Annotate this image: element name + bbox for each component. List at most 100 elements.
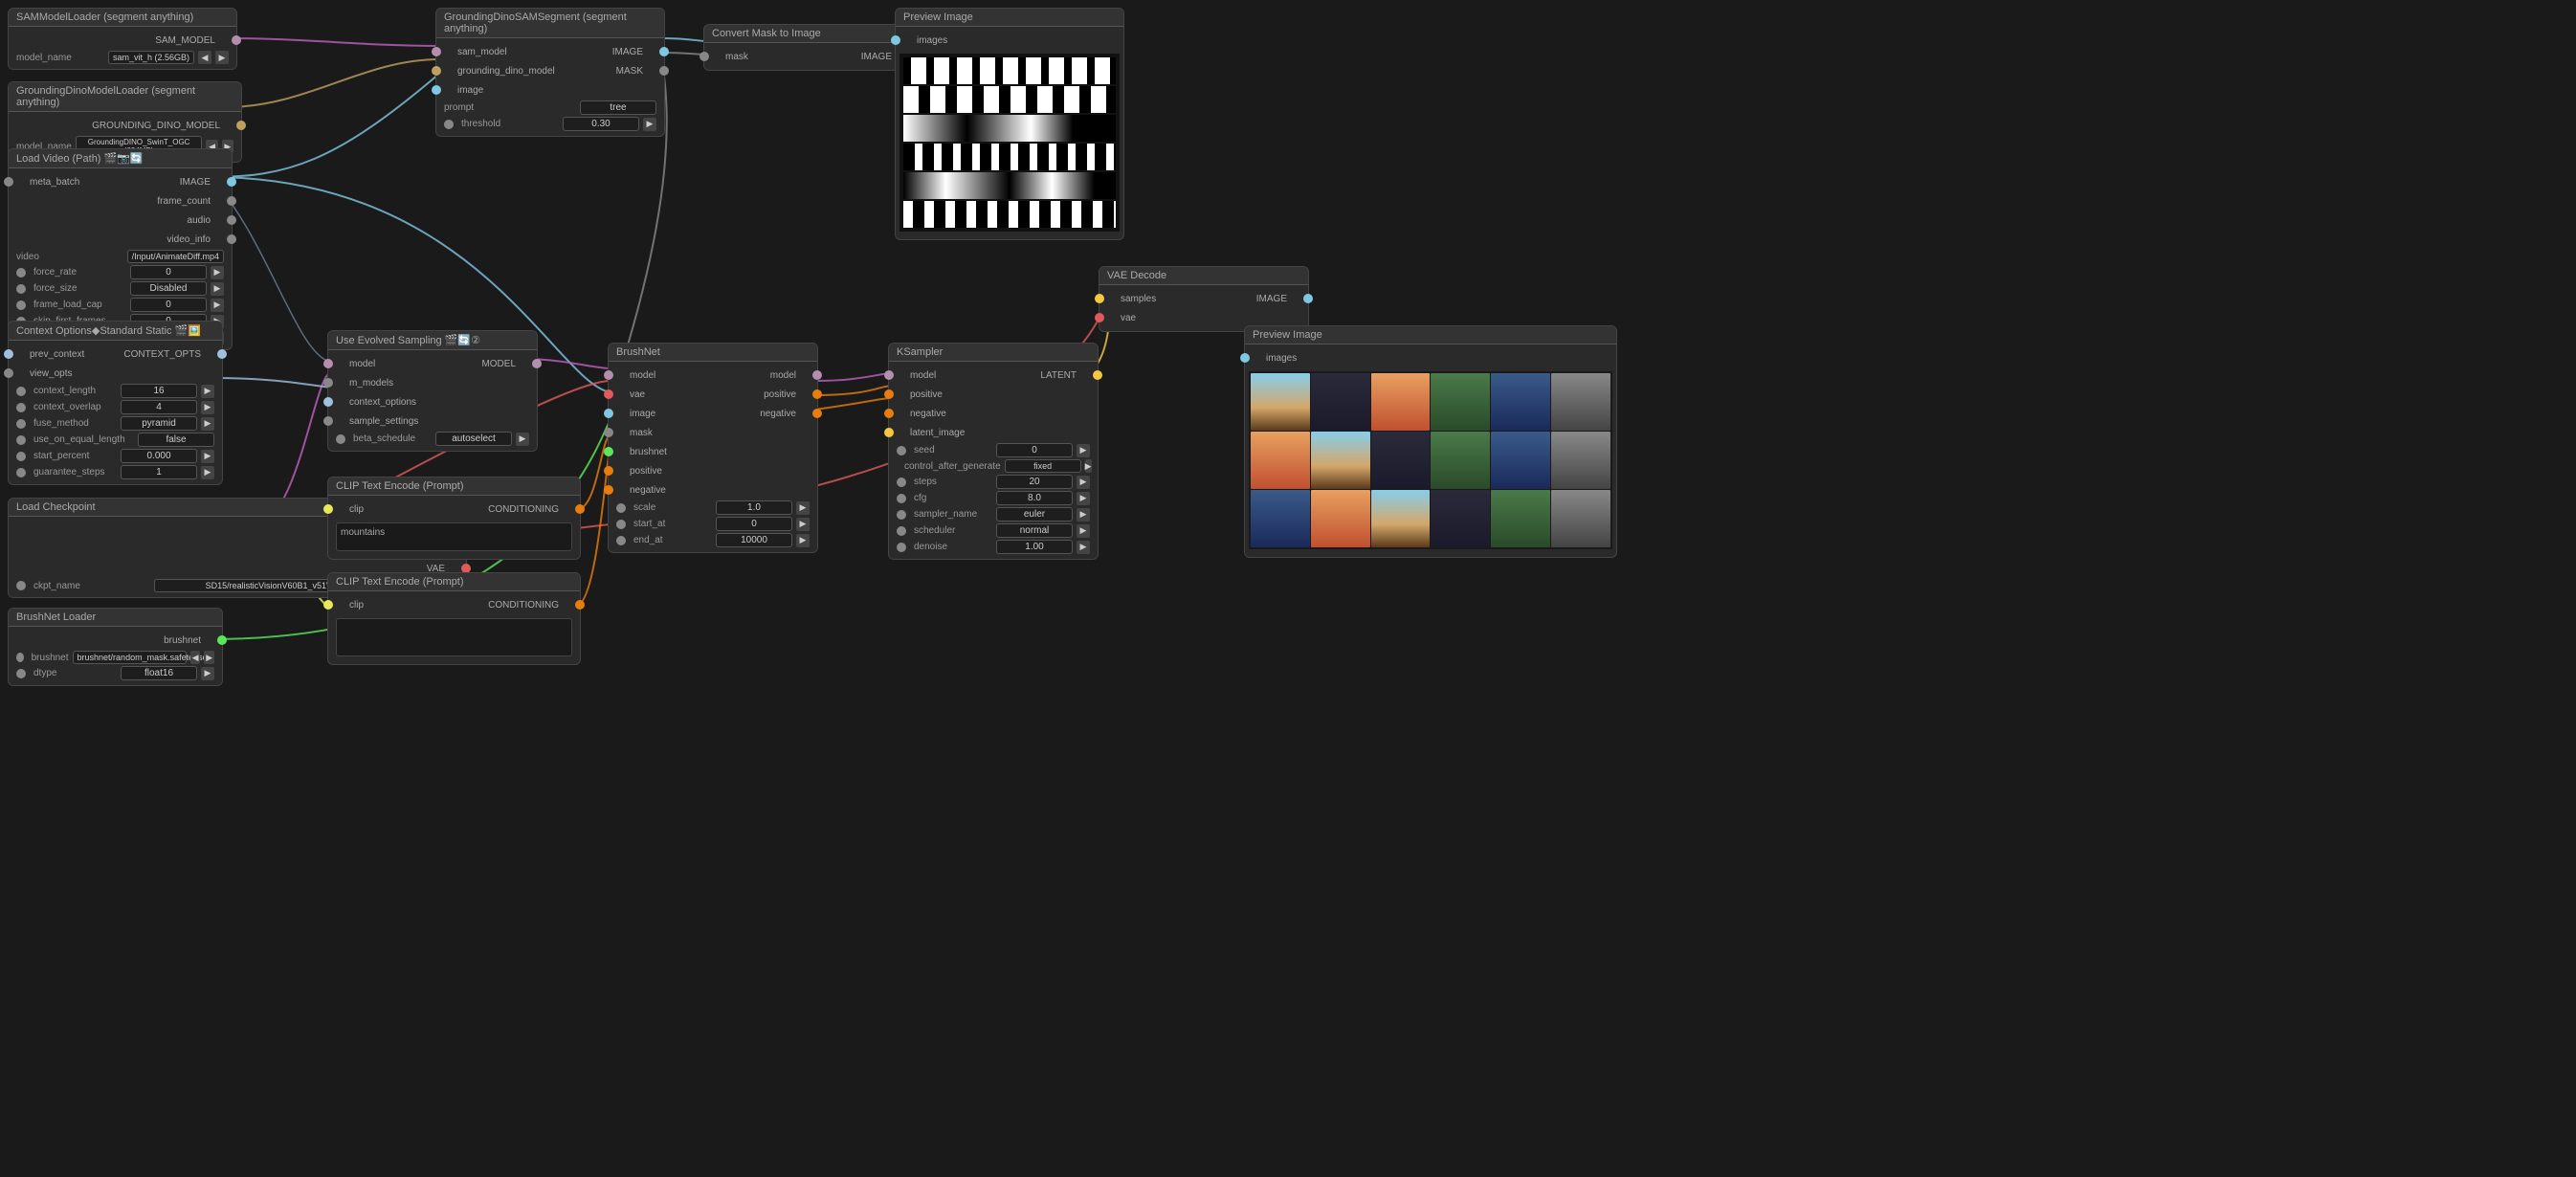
ksampler-scheduler-row: scheduler normal ▶: [889, 522, 1098, 539]
convert-mask-title: Convert Mask to Image: [712, 28, 821, 39]
brushnet-name-value[interactable]: brushnet/random_mask.safetensors: [73, 651, 187, 664]
gss-mask-output-port: [659, 66, 669, 76]
gss-prompt-row: prompt tree: [436, 100, 664, 116]
frame-load-cap-value[interactable]: 0: [130, 298, 207, 312]
grounding-sam-segment-node: GroundingDinoSAMSegment (segment anythin…: [435, 8, 665, 137]
guarantee-steps-port: [16, 468, 26, 477]
ksampler-latent-row: latent_image: [889, 423, 1098, 442]
brushnet-vae-input-port: [604, 389, 613, 399]
ksampler-sampler-name-value[interactable]: euler: [996, 507, 1073, 522]
context-length-arrow-right[interactable]: ▶: [201, 385, 214, 398]
evolved-m-models-row: m_models: [328, 373, 537, 392]
context-options-title: Context Options◆Standard Static 🎬🖼️: [16, 325, 201, 337]
evolved-beta-schedule-port: [336, 434, 345, 444]
brushnet-start-at-arrow-right[interactable]: ▶: [796, 518, 810, 531]
ksampler-denoise-value[interactable]: 1.00: [996, 540, 1073, 554]
ksampler-steps-value[interactable]: 20: [996, 475, 1073, 489]
node-canvas: SAMModelLoader (segment anything) SAM_MO…: [0, 0, 2576, 1177]
convert-mask-input-port: [700, 52, 709, 61]
brushnet-model-row: model model: [609, 366, 817, 385]
vae-decode-samples-port: [1095, 294, 1104, 303]
start-percent-value[interactable]: 0.000: [121, 449, 197, 463]
gss-threshold-arrow-right[interactable]: ▶: [643, 118, 656, 131]
video-path-value[interactable]: /Input/AnimateDiff.mp4: [127, 250, 224, 263]
preview-final-images-row: images: [1245, 348, 1616, 367]
context-overlap-value[interactable]: 4: [121, 400, 197, 414]
grounding-output-row: GROUNDING_DINO_MODEL: [9, 116, 241, 135]
ksampler-cfg-value[interactable]: 8.0: [996, 491, 1073, 505]
use-on-equal-length-value[interactable]: false: [138, 433, 214, 447]
ksampler-steps-arrow-right[interactable]: ▶: [1077, 476, 1090, 489]
convert-mask-header: Convert Mask to Image: [704, 25, 913, 43]
clip-positive-prompt[interactable]: mountains: [336, 522, 572, 551]
context-opts-output-port: [217, 349, 227, 359]
brushnet-scale-port: [616, 503, 626, 513]
vae-decode-vae-port: [1095, 313, 1104, 322]
sam-model-arrow-right[interactable]: ▶: [215, 51, 229, 64]
brushnet-name-arrow-right[interactable]: ▶: [204, 651, 214, 664]
context-overlap-arrow-right[interactable]: ▶: [201, 401, 214, 414]
ksampler-scheduler-value[interactable]: normal: [996, 523, 1073, 538]
ksampler-control-after-value[interactable]: fixed: [1005, 459, 1081, 473]
fuse-method-value[interactable]: pyramid: [121, 416, 197, 431]
preview-final-header: Preview Image: [1245, 326, 1616, 344]
ksampler-seed-row: seed 0 ▶: [889, 442, 1098, 458]
ksampler-steps-row: steps 20 ▶: [889, 474, 1098, 490]
brushnet-dtype-arrow-right[interactable]: ▶: [201, 667, 214, 680]
sam-model-arrow-left[interactable]: ◀: [198, 51, 211, 64]
preview-final-title: Preview Image: [1253, 329, 1322, 341]
start-percent-arrow-right[interactable]: ▶: [201, 450, 214, 463]
force-size-value[interactable]: Disabled: [130, 281, 207, 296]
force-rate-arrow-right[interactable]: ▶: [211, 266, 224, 279]
ksampler-control-after-arrow-right[interactable]: ▶: [1085, 459, 1092, 473]
brushnet-brushnet-row: brushnet: [609, 442, 817, 461]
clip-positive-title: CLIP Text Encode (Prompt): [336, 480, 464, 492]
ksampler-cfg-row: cfg 8.0 ▶: [889, 490, 1098, 506]
vae-decode-node: VAE Decode samples IMAGE vae: [1099, 266, 1309, 332]
ksampler-seed-value[interactable]: 0: [996, 443, 1073, 457]
brushnet-start-at-value[interactable]: 0: [716, 517, 792, 531]
clip-positive-clip-port: [323, 504, 333, 514]
ksampler-seed-arrow-right[interactable]: ▶: [1077, 444, 1090, 457]
ksampler-body: model LATENT positive negative latent_im…: [889, 362, 1098, 559]
evolved-beta-schedule-value[interactable]: autoselect: [435, 432, 512, 446]
vae-decode-title: VAE Decode: [1107, 270, 1166, 281]
brushnet-scale-value[interactable]: 1.0: [716, 500, 792, 515]
context-length-value[interactable]: 16: [121, 384, 197, 398]
brushnet-end-at-arrow-right[interactable]: ▶: [796, 534, 810, 547]
ksampler-sampler-name-arrow-right[interactable]: ▶: [1077, 508, 1090, 522]
ksampler-denoise-arrow-right[interactable]: ▶: [1077, 541, 1090, 554]
gss-image-input-port: [432, 85, 441, 95]
brushnet-name-row: brushnet brushnet/random_mask.safetensor…: [9, 650, 222, 665]
fuse-method-arrow-right[interactable]: ▶: [201, 417, 214, 431]
sam-model-name-value[interactable]: sam_vit_h (2.56GB): [108, 51, 194, 64]
ksampler-scheduler-arrow-right[interactable]: ▶: [1077, 524, 1090, 538]
clip-negative-prompt[interactable]: [336, 618, 572, 656]
guarantee-steps-row: guarantee_steps 1 ▶: [9, 464, 222, 480]
guarantee-steps-value[interactable]: 1: [121, 465, 197, 479]
force-size-row: force_size Disabled ▶: [9, 280, 232, 297]
context-overlap-row: context_overlap 4 ▶: [9, 399, 222, 415]
brushnet-scale-arrow-right[interactable]: ▶: [796, 501, 810, 515]
sam-model-loader-header: SAMModelLoader (segment anything): [9, 9, 236, 27]
guarantee-steps-arrow-right[interactable]: ▶: [201, 466, 214, 479]
brushnet-mask-input-port: [604, 428, 613, 437]
frame-load-cap-arrow-right[interactable]: ▶: [211, 299, 224, 312]
brushnet-end-at-value[interactable]: 10000: [716, 533, 792, 547]
evolved-beta-schedule-arrow-right[interactable]: ▶: [516, 433, 529, 446]
brushnet-vae-row: vae positive: [609, 385, 817, 404]
gss-threshold-value[interactable]: 0.30: [563, 117, 639, 131]
context-prev-context-row: prev_context CONTEXT_OPTS: [9, 344, 222, 364]
ksampler-cfg-arrow-right[interactable]: ▶: [1077, 492, 1090, 505]
gss-prompt-value[interactable]: tree: [580, 100, 656, 115]
evolved-sample-settings-port: [323, 416, 333, 426]
brushnet-brushnet-input-port: [604, 447, 613, 456]
gss-image-row: image: [436, 80, 664, 100]
brushnet-dtype-row: dtype float16 ▶: [9, 665, 222, 681]
brushnet-name-arrow-left[interactable]: ◀: [190, 651, 201, 664]
video-prev-context-port: [4, 177, 13, 187]
brushnet-dtype-value[interactable]: float16: [121, 666, 197, 680]
force-size-arrow-right[interactable]: ▶: [211, 282, 224, 296]
force-rate-value[interactable]: 0: [130, 265, 207, 279]
context-length-port: [16, 387, 26, 396]
